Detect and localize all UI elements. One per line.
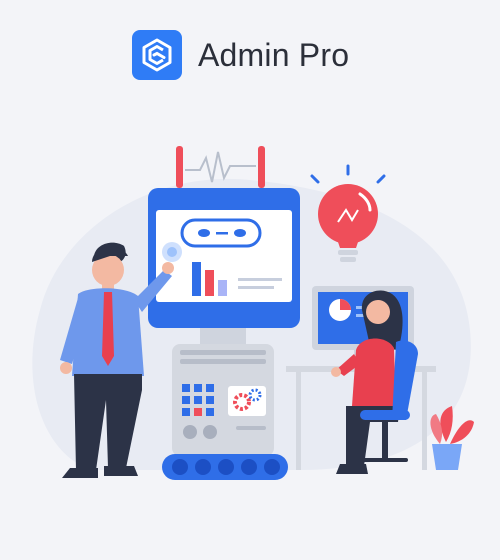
brand-header: Admin Pro bbox=[132, 30, 349, 80]
admin-pro-logo-icon bbox=[132, 30, 182, 80]
keypad bbox=[182, 384, 214, 416]
pie-chart-icon bbox=[329, 299, 351, 321]
robot-body bbox=[172, 328, 274, 456]
app-name: Admin Pro bbox=[198, 36, 350, 73]
robot-screen-icon bbox=[148, 188, 300, 328]
dashboard-illustration bbox=[32, 146, 474, 480]
robot-treads bbox=[162, 454, 288, 480]
